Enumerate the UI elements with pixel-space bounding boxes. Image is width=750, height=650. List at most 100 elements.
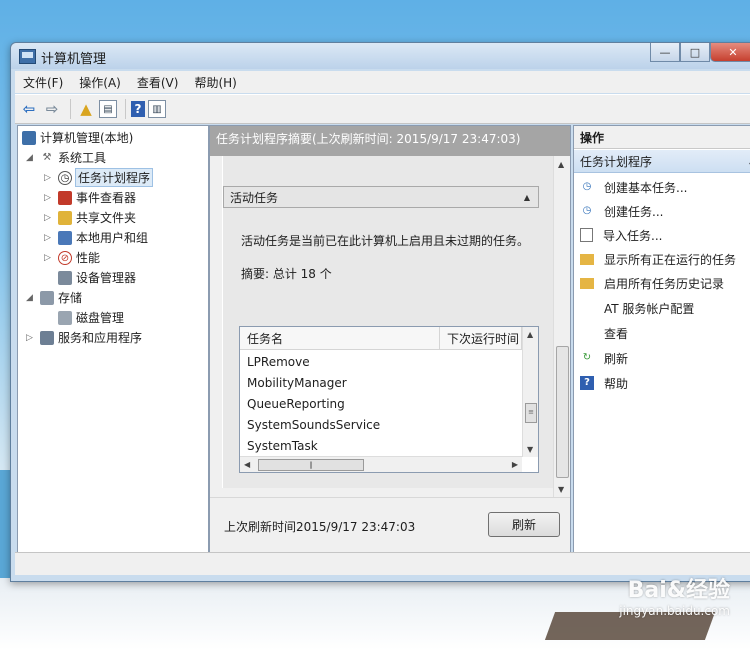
tree-item-computer-management[interactable]: 计算机管理(本地) xyxy=(22,128,133,147)
active-tasks-description: 活动任务是当前已在此计算机上启用且未过期的任务。 xyxy=(241,234,530,248)
menu-bar: 文件(F) 操作(A) 查看(V) 帮助(H) xyxy=(15,71,750,93)
users-icon xyxy=(58,230,72,245)
collapse-caret-icon[interactable]: ▲ xyxy=(524,193,530,202)
folder-icon xyxy=(580,253,594,265)
action-refresh[interactable]: ↻ 刷新 xyxy=(574,346,750,370)
action-enable-task-history[interactable]: 启用所有任务历史记录 xyxy=(574,271,750,295)
refresh-button[interactable]: 刷新 xyxy=(488,512,560,537)
action-label: 帮助 xyxy=(604,376,629,391)
scroll-thumb[interactable] xyxy=(556,346,569,478)
action-label: 查看 xyxy=(604,326,629,341)
storage-icon xyxy=(40,290,54,305)
list-horizontal-scrollbar[interactable]: ◀ ‖ ▶ xyxy=(240,456,522,472)
tree-item-system-tools[interactable]: ◢ ⚒ 系统工具 xyxy=(26,148,106,167)
actions-pane: 操作 任务计划程序 ▲ ◷ 创建基本任务... ◷ 创建任务... 导入任务..… xyxy=(573,125,750,553)
tree-item-event-viewer[interactable]: ▷ 事件查看器 xyxy=(44,188,136,207)
action-label: 创建任务... xyxy=(604,204,664,219)
action-view[interactable]: 查看 ▶ xyxy=(574,321,750,345)
maximize-button[interactable]: □ xyxy=(680,43,710,62)
tree-item-label: 系统工具 xyxy=(58,151,107,165)
column-header-task-name[interactable]: 任务名 xyxy=(240,327,440,349)
collapse-arrow-icon[interactable]: ◢ xyxy=(26,153,36,163)
folder-icon xyxy=(580,277,594,289)
menu-view[interactable]: 查看(V) xyxy=(129,74,187,91)
tree-item-label: 任务计划程序 xyxy=(74,168,154,187)
tree-item-label: 服务和应用程序 xyxy=(58,331,143,345)
expand-arrow-icon[interactable]: ▷ xyxy=(26,333,36,343)
tree-item-label: 磁盘管理 xyxy=(76,311,125,325)
menu-action[interactable]: 操作(A) xyxy=(71,74,129,91)
column-header-next-run-time[interactable]: 下次运行时间 xyxy=(440,327,522,349)
scroll-right-arrow-icon[interactable]: ▶ xyxy=(512,460,518,469)
action-create-basic-task[interactable]: ◷ 创建基本任务... xyxy=(574,175,750,199)
expand-arrow-icon[interactable]: ▷ xyxy=(44,193,54,203)
list-item[interactable]: MobilityManager xyxy=(247,372,347,393)
list-item[interactable]: SystemTask xyxy=(247,435,318,456)
action-label: 创建基本任务... xyxy=(604,180,688,195)
task-scheduler-summary-pane: 任务计划程序摘要(上次刷新时间: 2015/9/17 23:47:03) 活动任… xyxy=(209,125,571,553)
pane-vertical-scrollbar[interactable]: ▲ ▼ xyxy=(553,156,570,498)
action-create-task[interactable]: ◷ 创建任务... xyxy=(574,199,750,223)
tree-item-services-apps[interactable]: ▷ 服务和应用程序 xyxy=(26,328,142,347)
desktop-background-strip xyxy=(0,470,10,580)
list-item[interactable]: SystemSoundsService xyxy=(247,414,380,435)
menu-file[interactable]: 文件(F) xyxy=(15,74,71,91)
tree-item-local-users[interactable]: ▷ 本地用户和组 xyxy=(44,228,148,247)
tree-item-label: 设备管理器 xyxy=(76,271,137,285)
tree-item-task-scheduler[interactable]: ▷ ◷ 任务计划程序 xyxy=(44,168,154,187)
tree-item-performance[interactable]: ▷ ⊘ 性能 xyxy=(44,248,100,267)
scroll-down-arrow-icon[interactable]: ▼ xyxy=(527,445,533,454)
shared-folder-icon xyxy=(58,210,72,225)
active-tasks-section-header[interactable]: 活动任务 ▲ xyxy=(223,186,539,208)
tree-item-disk-management[interactable]: 磁盘管理 xyxy=(58,308,124,327)
list-vertical-scrollbar[interactable]: ▲ ≡ ▼ xyxy=(522,327,538,457)
tree-item-storage[interactable]: ◢ 存储 xyxy=(26,288,82,307)
scroll-down-arrow-icon[interactable]: ▼ xyxy=(558,485,564,494)
scroll-thumb[interactable]: ‖ xyxy=(258,459,364,471)
back-arrow-icon[interactable]: ⇦ xyxy=(19,99,39,119)
last-refresh-time: 上次刷新时间2015/9/17 23:47:03 xyxy=(224,520,416,534)
blank-icon xyxy=(580,301,594,315)
collapse-arrow-icon[interactable]: ◢ xyxy=(26,293,36,303)
summary-content: 活动任务 ▲ 活动任务是当前已在此计算机上启用且未过期的任务。 摘要: 总计 1… xyxy=(210,156,554,498)
minimize-button[interactable]: — xyxy=(650,43,680,62)
expand-arrow-icon[interactable]: ▷ xyxy=(44,233,54,243)
tree-item-device-manager[interactable]: 设备管理器 xyxy=(58,268,136,287)
actions-subheader[interactable]: 任务计划程序 ▲ xyxy=(574,150,750,173)
tree-item-label: 计算机管理(本地) xyxy=(40,131,134,145)
list-header: 任务名 下次运行时间 xyxy=(240,327,522,350)
tree-item-label: 存储 xyxy=(58,291,83,305)
scroll-thumb[interactable]: ≡ xyxy=(525,403,537,423)
action-show-running-tasks[interactable]: 显示所有正在运行的任务 xyxy=(574,247,750,271)
help-icon[interactable]: ? xyxy=(131,101,145,117)
summary-footer: 上次刷新时间2015/9/17 23:47:03 刷新 xyxy=(210,497,570,552)
forward-arrow-icon[interactable]: ⇨ xyxy=(42,99,62,119)
menu-help[interactable]: 帮助(H) xyxy=(186,74,244,91)
show-hide-action-pane-icon[interactable]: ▥ xyxy=(148,100,166,118)
actions-subheader-label: 任务计划程序 xyxy=(580,154,653,169)
create-basic-task-icon: ◷ xyxy=(582,181,592,192)
active-tasks-list[interactable]: 任务名 下次运行时间 LPRemove MobilityManager Queu… xyxy=(239,326,539,473)
actions-header: 操作 xyxy=(574,126,750,149)
window-title: 计算机管理 xyxy=(41,52,107,67)
up-folder-icon[interactable]: ▲ xyxy=(76,99,96,119)
action-help[interactable]: ? 帮助 xyxy=(574,371,750,395)
action-import-task[interactable]: 导入任务... xyxy=(574,223,750,247)
tree-item-shared-folders[interactable]: ▷ 共享文件夹 xyxy=(44,208,136,227)
create-task-icon: ◷ xyxy=(582,205,592,216)
close-button[interactable]: ✕ xyxy=(710,43,750,62)
action-at-service-account[interactable]: AT 服务帐户配置 xyxy=(574,296,750,320)
section-title: 活动任务 xyxy=(230,190,279,205)
list-item[interactable]: LPRemove xyxy=(247,351,310,372)
show-hide-tree-icon[interactable]: ▤ xyxy=(99,100,117,118)
expand-arrow-icon[interactable]: ▷ xyxy=(44,173,54,183)
scroll-up-arrow-icon[interactable]: ▲ xyxy=(558,160,564,169)
scroll-left-arrow-icon[interactable]: ◀ xyxy=(244,460,250,469)
expand-arrow-icon[interactable]: ▷ xyxy=(44,253,54,263)
scroll-up-arrow-icon[interactable]: ▲ xyxy=(527,330,533,339)
device-manager-icon xyxy=(58,270,72,285)
title-bar[interactable]: 计算机管理 — □ ✕ xyxy=(11,43,750,69)
expand-arrow-icon[interactable]: ▷ xyxy=(44,213,54,223)
list-item[interactable]: QueueReporting xyxy=(247,393,345,414)
action-label: 显示所有正在运行的任务 xyxy=(604,252,737,267)
